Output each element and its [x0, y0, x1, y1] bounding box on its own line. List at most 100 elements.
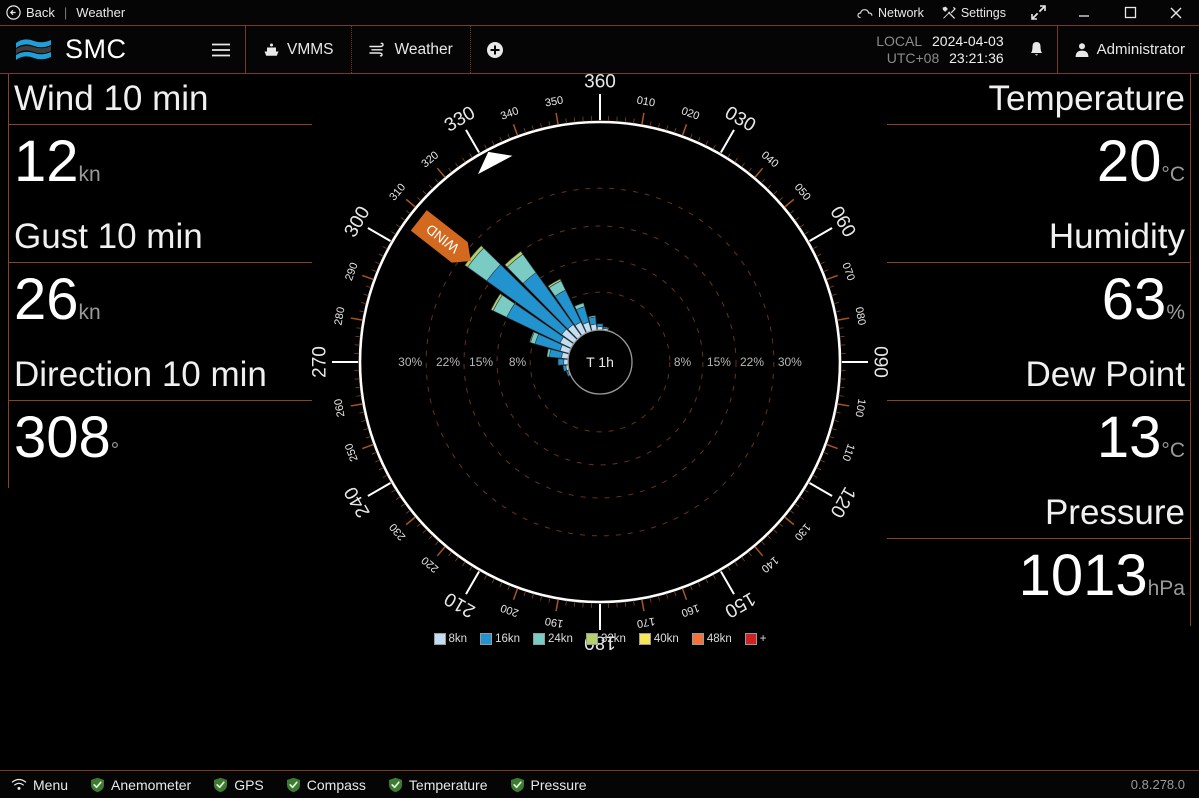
- plus-circle-icon: [486, 41, 504, 59]
- clock-local-row: LOCAL 2024-04-03: [876, 33, 1003, 50]
- expand-button[interactable]: [1015, 0, 1061, 26]
- svg-text:320: 320: [419, 149, 441, 170]
- legend-label: 24kn: [548, 633, 573, 645]
- legend-swatch: [586, 633, 598, 645]
- svg-text:160: 160: [680, 601, 701, 619]
- status-menu-label: Menu: [33, 777, 68, 793]
- legend-swatch: [480, 633, 492, 645]
- legend-swatch: [639, 633, 651, 645]
- svg-text:240: 240: [340, 483, 374, 521]
- tab-weather[interactable]: Weather: [352, 26, 471, 73]
- status-item-gps[interactable]: GPS: [202, 777, 275, 793]
- legend-label: 40kn: [654, 633, 679, 645]
- reading-direction-10-min: Direction 10 min: [0, 350, 312, 400]
- title-bar: Back | Weather Network: [0, 0, 1199, 26]
- tab-weather-label: Weather: [395, 41, 453, 59]
- reading-unit: kn: [79, 163, 101, 186]
- legend-label: +: [760, 633, 767, 645]
- svg-text:170: 170: [636, 614, 656, 629]
- svg-text:8%: 8%: [674, 355, 692, 369]
- status-item-compass[interactable]: Compass: [275, 777, 377, 793]
- nav-bar-right: LOCAL 2024-04-03 UTC+08 23:21:36: [876, 26, 1199, 73]
- legend-swatch: [745, 633, 757, 645]
- svg-text:210: 210: [441, 587, 479, 621]
- reading-value-row: 12kn: [14, 125, 298, 212]
- svg-text:120: 120: [825, 483, 859, 521]
- svg-text:110: 110: [839, 442, 856, 463]
- reading-gust-10-min: Gust 10 min: [0, 212, 312, 262]
- legend-label: 32kn: [601, 633, 626, 645]
- status-item-label: Compass: [307, 777, 366, 793]
- wifi-icon: [11, 778, 27, 791]
- svg-text:100: 100: [852, 398, 867, 418]
- ship-icon: [263, 42, 280, 58]
- svg-text:080: 080: [852, 306, 867, 326]
- svg-text:220: 220: [419, 554, 441, 575]
- tab-vmms-label: VMMS: [287, 41, 334, 59]
- reading-value-cell: 1013hPa: [887, 539, 1199, 626]
- maximize-icon: [1124, 6, 1137, 19]
- reading-value: 26: [14, 267, 79, 332]
- svg-text:350: 350: [544, 95, 564, 110]
- wind-rose-chart[interactable]: 8%8%15%15%22%22%30%30%T 1h36001002003004…: [300, 74, 900, 654]
- maximize-button[interactable]: [1107, 0, 1153, 26]
- status-menu-button[interactable]: Menu: [0, 777, 79, 793]
- minimize-button[interactable]: [1061, 0, 1107, 26]
- svg-text:310: 310: [387, 181, 408, 203]
- reading-label: Dew Point: [901, 350, 1185, 400]
- status-item-anemometer[interactable]: Anemometer: [79, 777, 202, 793]
- reading-label: Pressure: [901, 488, 1185, 538]
- reading-value: 13: [1097, 405, 1162, 470]
- network-button[interactable]: Network: [848, 6, 933, 20]
- smc-wave-logo-icon: [14, 35, 54, 65]
- status-bar: Menu AnemometerGPS Compass TemperaturePres…: [0, 770, 1199, 798]
- reading-unit: °C: [1161, 439, 1185, 462]
- reading-value-row: 308°: [14, 401, 298, 488]
- hamburger-menu-button[interactable]: [196, 26, 246, 73]
- weather-dashboard: Back | Weather Network: [0, 0, 1199, 798]
- clock-date-value: 2024-04-03: [932, 33, 1004, 49]
- reading-value-cell: 63%: [887, 263, 1199, 350]
- close-button[interactable]: [1153, 0, 1199, 26]
- status-item-pressure[interactable]: Pressure: [499, 777, 598, 793]
- clock-utc-row: UTC+08 23:21:36: [876, 50, 1003, 67]
- tab-vmms[interactable]: VMMS: [246, 26, 352, 73]
- svg-text:230: 230: [387, 521, 408, 543]
- settings-button[interactable]: Settings: [933, 6, 1015, 20]
- add-tab-button[interactable]: [471, 26, 519, 73]
- brand: SMC: [0, 34, 196, 65]
- check-shield-icon: [388, 777, 403, 793]
- check-shield-icon: [286, 777, 301, 793]
- status-item-temperature[interactable]: Temperature: [377, 777, 499, 793]
- bell-icon: [1029, 41, 1044, 58]
- minimize-icon: [1077, 7, 1091, 19]
- reading-value-cell: 26kn: [0, 263, 312, 350]
- svg-text:330: 330: [441, 102, 479, 136]
- back-label: Back: [26, 5, 55, 20]
- legend-item: 32kn: [586, 633, 626, 645]
- svg-text:22%: 22%: [436, 355, 460, 369]
- svg-text:090: 090: [870, 346, 891, 378]
- svg-text:290: 290: [343, 261, 361, 282]
- notifications-button[interactable]: [1016, 41, 1057, 58]
- back-button[interactable]: Back: [6, 5, 55, 20]
- reading-value-row: 63%: [901, 263, 1185, 350]
- svg-text:010: 010: [636, 95, 656, 110]
- reading-dew-point: Dew Point: [887, 350, 1199, 400]
- reading-label: Direction 10 min: [14, 350, 298, 400]
- reading-wind-10-min: Wind 10 min: [0, 74, 312, 124]
- reading-temperature: Temperature: [887, 74, 1199, 124]
- reading-value: 308: [14, 405, 111, 470]
- user-menu-button[interactable]: Administrator: [1057, 26, 1199, 73]
- legend-item: +: [745, 633, 767, 645]
- svg-text:30%: 30%: [778, 355, 802, 369]
- reading-unit: °C: [1161, 163, 1185, 186]
- svg-text:050: 050: [792, 181, 813, 203]
- close-x-icon: [1169, 6, 1183, 20]
- legend-item: 24kn: [533, 633, 573, 645]
- legend-item: 40kn: [639, 633, 679, 645]
- reading-value-cell: 13°C: [887, 401, 1199, 488]
- svg-text:260: 260: [333, 398, 348, 418]
- reading-unit: °: [111, 439, 119, 462]
- expand-arrows-icon: [1030, 4, 1047, 21]
